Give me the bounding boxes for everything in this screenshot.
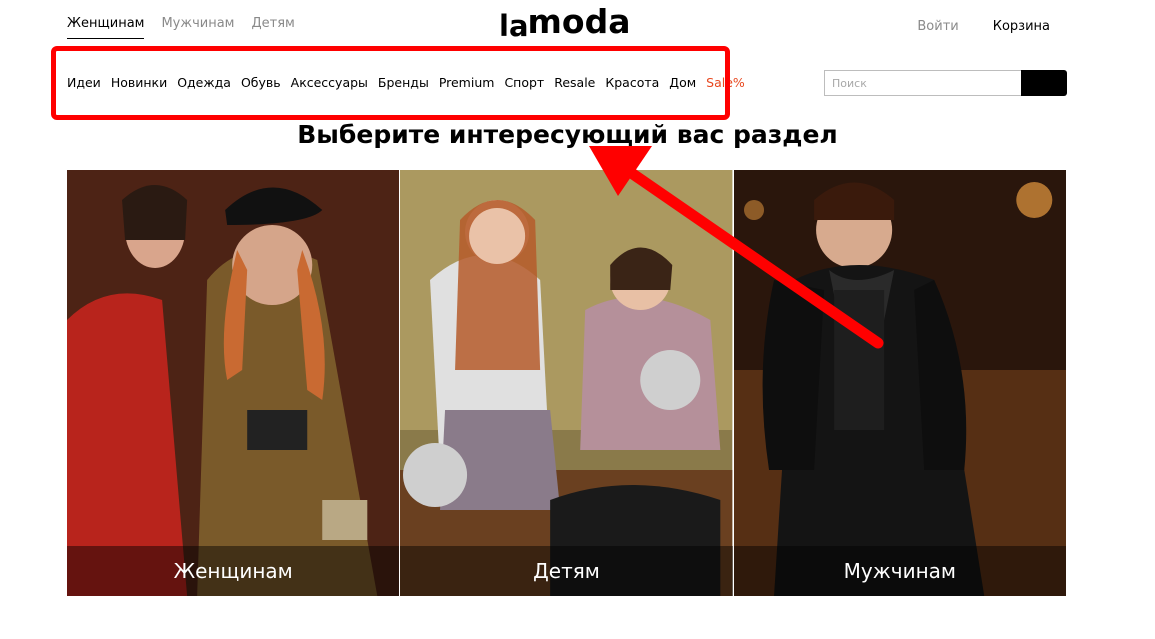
nav-item-home[interactable]: Дом (669, 75, 696, 90)
search-button[interactable] (1021, 70, 1067, 96)
nav-item-resale[interactable]: Resale (554, 75, 595, 90)
kids-photo (400, 170, 733, 596)
card-men-label: Мужчинам (733, 546, 1066, 596)
category-cards: Женщинам Детям Мужчинам (67, 170, 1066, 596)
men-photo (733, 170, 1066, 596)
nav-item-beauty[interactable]: Красота (605, 75, 659, 90)
nav-item-clothing[interactable]: Одежда (177, 75, 231, 90)
card-women-label: Женщинам (67, 546, 400, 596)
card-kids[interactable]: Детям (400, 170, 733, 596)
nav-item-ideas[interactable]: Идеи (67, 75, 101, 90)
women-photo (67, 170, 400, 596)
tab-kids[interactable]: Детям (252, 16, 295, 39)
nav-item-brands[interactable]: Бренды (378, 75, 429, 90)
login-link[interactable]: Войти (917, 19, 958, 34)
logo-moda: moda (527, 2, 631, 41)
category-nav: Идеи Новинки Одежда Обувь Аксессуары Бре… (67, 75, 745, 90)
nav-item-new[interactable]: Новинки (111, 75, 167, 90)
nav-item-premium[interactable]: Premium (439, 75, 495, 90)
search-input[interactable] (824, 70, 1021, 96)
tab-men[interactable]: Мужчинам (161, 16, 234, 39)
search-bar (824, 70, 1067, 96)
cart-link[interactable]: Корзина (993, 19, 1050, 34)
lamoda-logo[interactable]: lamoda (499, 2, 631, 43)
tab-women[interactable]: Женщинам (67, 16, 145, 39)
gender-tabs: Женщинам Мужчинам Детям (67, 16, 295, 39)
nav-item-accessories[interactable]: Аксессуары (291, 75, 368, 90)
nav-item-sport[interactable]: Спорт (504, 75, 544, 90)
nav-item-shoes[interactable]: Обувь (241, 75, 281, 90)
header-actions: Войти Корзина (917, 19, 1050, 34)
card-men[interactable]: Мужчинам (733, 170, 1066, 596)
logo-la: la (499, 9, 529, 43)
page-title: Выберите интересующий вас раздел (297, 120, 838, 149)
card-kids-label: Детям (400, 546, 733, 596)
nav-item-sale[interactable]: Sale% (706, 75, 745, 90)
card-women[interactable]: Женщинам (67, 170, 400, 596)
